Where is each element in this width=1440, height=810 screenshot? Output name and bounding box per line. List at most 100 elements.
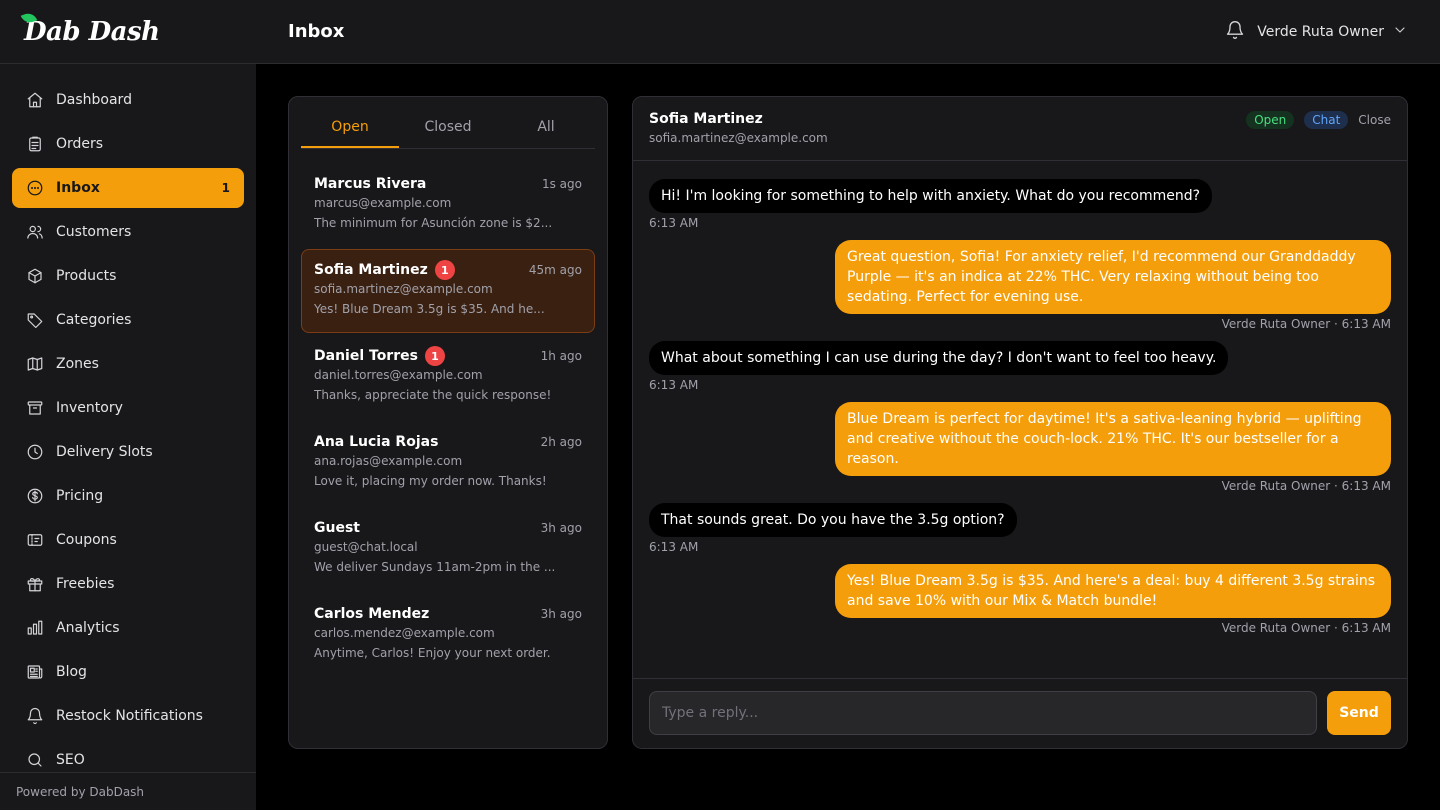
- conversation-item[interactable]: Daniel Torres 1 1h ago daniel.torres@exampl…: [301, 335, 595, 419]
- bell-icon[interactable]: [1225, 20, 1245, 44]
- sidebar-item-label: Inbox: [56, 180, 100, 196]
- conversation-preview: Yes! Blue Dream 3.5g is $35. And he...: [314, 302, 545, 316]
- incoming-message: What about something I can use during th…: [649, 341, 1391, 392]
- conversation-preview: Anytime, Carlos! Enjoy your next order.: [314, 646, 551, 660]
- message-meta: Verde Ruta Owner · 6:13 AM: [1221, 621, 1391, 635]
- clock-icon: [26, 443, 44, 461]
- users-icon: [26, 223, 44, 241]
- unread-badge: 1: [434, 260, 455, 280]
- reply-input[interactable]: [649, 691, 1317, 735]
- bell-icon: [26, 707, 44, 725]
- sidebar-item-label: Inventory: [56, 400, 123, 416]
- map-icon: [26, 355, 44, 373]
- sidebar-item-analytics[interactable]: Analytics: [12, 608, 244, 648]
- conversation-preview: Thanks, appreciate the quick response!: [314, 388, 552, 402]
- unread-count-badge: 1: [221, 181, 230, 195]
- conversation-preview: We deliver Sundays 11am-2pm in the ...: [314, 560, 556, 574]
- message-bubble: Blue Dream is perfect for daytime! It's …: [835, 402, 1391, 476]
- logo[interactable]: Dab Dash: [0, 0, 256, 64]
- conversation-name: Guest: [314, 520, 360, 536]
- conversation-name: Sofia Martinez: [314, 262, 428, 278]
- send-button[interactable]: Send: [1327, 691, 1391, 735]
- dollar-icon: [26, 487, 44, 505]
- box-icon: [26, 267, 44, 285]
- channel-badge: Chat: [1304, 111, 1349, 129]
- conversation-time: 1s ago: [541, 177, 582, 191]
- message-bubble: Yes! Blue Dream 3.5g is $35. And here's …: [835, 564, 1391, 618]
- conversation-name: Daniel Torres: [314, 348, 418, 364]
- sidebar-item-label: Categories: [56, 312, 132, 328]
- outgoing-message: Blue Dream is perfect for daytime! It's …: [649, 402, 1391, 493]
- chat-bubble-icon: [26, 179, 44, 197]
- sidebar-item-pricing[interactable]: Pricing: [12, 476, 244, 516]
- chat-panel: Sofia Martinez sofia.martinez@example.co…: [632, 96, 1408, 749]
- sidebar-item-label: Zones: [56, 356, 99, 372]
- incoming-message: Hi! I'm looking for something to help wi…: [649, 179, 1391, 230]
- message-bubble: Hi! I'm looking for something to help wi…: [649, 179, 1213, 213]
- conversation-item[interactable]: Carlos Mendez 3h ago carlos.mendez@example…: [301, 593, 595, 677]
- sidebar-item-customers[interactable]: Customers: [12, 212, 244, 252]
- close-conversation-button[interactable]: Close: [1358, 113, 1391, 127]
- sidebar-item-delivery-slots[interactable]: Delivery Slots: [12, 432, 244, 472]
- search-icon: [26, 751, 44, 769]
- sidebar-item-inventory[interactable]: Inventory: [12, 388, 244, 428]
- message-meta: Verde Ruta Owner · 6:13 AM: [1221, 317, 1391, 331]
- conversation-item[interactable]: Sofia Martinez 1 45m ago sofia.martinez@exa…: [301, 249, 595, 333]
- sidebar-item-label: Coupons: [56, 532, 117, 548]
- conversation-name: Marcus Rivera: [314, 176, 427, 192]
- conversation-email: daniel.torres@example.com: [314, 368, 483, 382]
- message-thread[interactable]: Hi! I'm looking for something to help wi…: [633, 161, 1407, 681]
- sidebar-item-dashboard[interactable]: Dashboard: [12, 80, 244, 120]
- sidebar-item-label: Delivery Slots: [56, 444, 153, 460]
- sidebar-nav: Dashboard Orders Inbox 1 Customers Products Ca…: [0, 64, 256, 780]
- conversation-list-panel: Open Closed All Marcus Rivera 1s ago marcus@…: [288, 96, 608, 749]
- top-header: Inbox Verde Ruta Owner: [256, 0, 1440, 64]
- message-bubble: That sounds great. Do you have the 3.5g …: [649, 503, 1017, 537]
- user-menu[interactable]: Verde Ruta Owner: [1257, 22, 1408, 42]
- sidebar-item-coupons[interactable]: Coupons: [12, 520, 244, 560]
- logo-label: Dab Dash: [24, 16, 160, 47]
- outgoing-message: Great question, Sofia! For anxiety relie…: [649, 240, 1391, 331]
- logo-text: Dab Dash: [20, 10, 160, 47]
- tab-closed[interactable]: Closed: [399, 109, 497, 148]
- sidebar-item-freebies[interactable]: Freebies: [12, 564, 244, 604]
- home-icon: [26, 91, 44, 109]
- sidebar-item-categories[interactable]: Categories: [12, 300, 244, 340]
- sidebar-item-products[interactable]: Products: [12, 256, 244, 296]
- message-bubble: Great question, Sofia! For anxiety relie…: [835, 240, 1391, 314]
- conversation-item[interactable]: Ana Lucia Rojas 2h ago ana.rojas@example.c…: [301, 421, 595, 505]
- sidebar-item-blog[interactable]: Blog: [12, 652, 244, 692]
- conversation-email: guest@chat.local: [314, 540, 418, 554]
- conversation-email: carlos.mendez@example.com: [314, 626, 495, 640]
- outgoing-message: Yes! Blue Dream 3.5g is $35. And here's …: [649, 564, 1391, 635]
- conversation-email: marcus@example.com: [314, 196, 452, 210]
- sidebar-item-orders[interactable]: Orders: [12, 124, 244, 164]
- tab-open[interactable]: Open: [301, 109, 399, 148]
- reply-bar: Send: [633, 678, 1407, 748]
- conversation-preview: Love it, placing my order now. Thanks!: [314, 474, 547, 488]
- conversation-item[interactable]: Guest 3h ago guest@chat.local We deliver Su…: [301, 507, 595, 591]
- newspaper-icon: [26, 663, 44, 681]
- sidebar-item-label: Blog: [56, 664, 87, 680]
- conversation-email: ana.rojas@example.com: [314, 454, 463, 468]
- sidebar-item-label: Pricing: [56, 488, 104, 504]
- tab-all[interactable]: All: [497, 109, 595, 148]
- archive-icon: [26, 399, 44, 417]
- sidebar-item-label: Analytics: [56, 620, 120, 636]
- sidebar-item-zones[interactable]: Zones: [12, 344, 244, 384]
- conversation-item[interactable]: Marcus Rivera 1s ago marcus@example.com The…: [301, 163, 595, 247]
- conversation-tabs: Open Closed All: [301, 109, 595, 149]
- sidebar-item-label: Orders: [56, 136, 104, 152]
- sidebar-item-inbox[interactable]: Inbox 1: [12, 168, 244, 208]
- sidebar: Dab Dash Dashboard Orders Inbox 1 Customers P…: [0, 0, 256, 810]
- chat-contact-email: sofia.martinez@example.com: [649, 131, 828, 145]
- sidebar-item-label: Restock Notifications: [56, 708, 203, 724]
- sidebar-item-label: SEO: [56, 752, 85, 768]
- user-name: Verde Ruta Owner: [1257, 23, 1384, 40]
- sidebar-item-restock-notifications[interactable]: Restock Notifications: [12, 696, 244, 736]
- unread-badge: 1: [424, 346, 445, 366]
- message-bubble: What about something I can use during th…: [649, 341, 1229, 375]
- conversation-name: Ana Lucia Rojas: [314, 434, 439, 450]
- message-meta: Verde Ruta Owner · 6:13 AM: [1221, 479, 1391, 493]
- conversation-time: 3h ago: [540, 521, 582, 535]
